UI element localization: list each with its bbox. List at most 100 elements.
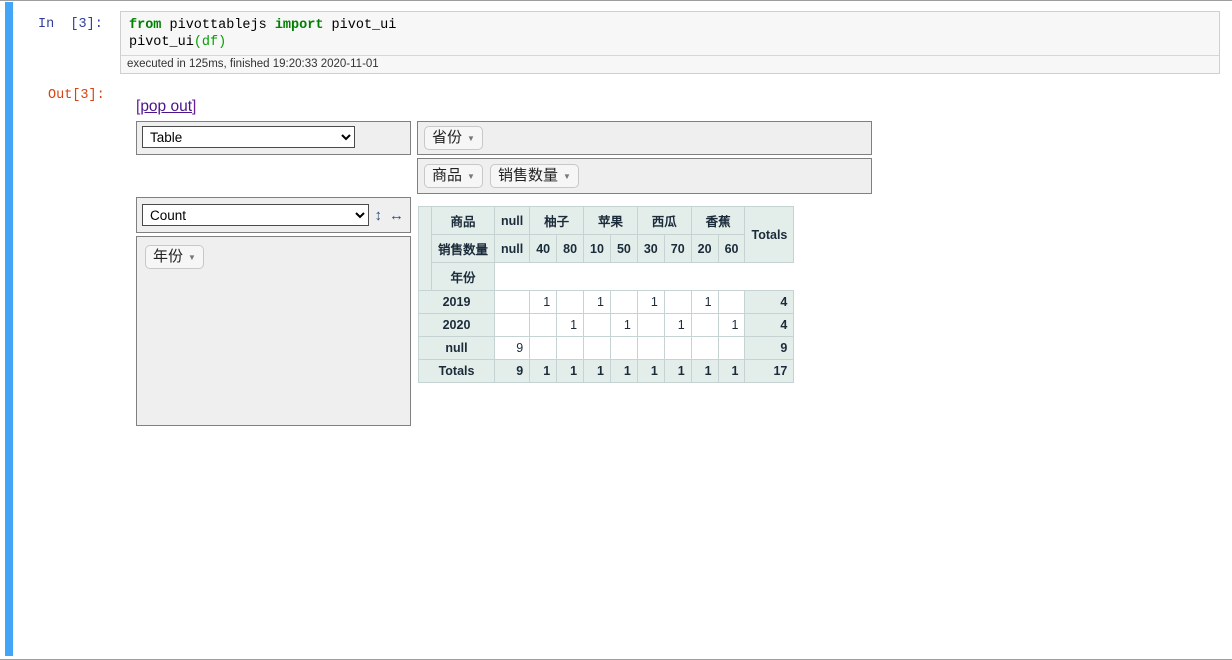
- column-total-cell: 1: [583, 359, 611, 383]
- col-subheader: 80: [556, 234, 585, 263]
- table-cell: 1: [663, 313, 692, 337]
- unused-attributes-dropzone[interactable]: 年份 ▼: [136, 236, 411, 426]
- table-cell: [636, 336, 665, 360]
- col-group-header: 西瓜: [636, 206, 692, 235]
- table-cell: 1: [529, 290, 558, 314]
- column-total-cell: 1: [717, 359, 746, 383]
- attribute-pill-label: 销售数量: [497, 166, 558, 184]
- renderer-select[interactable]: Table: [142, 126, 355, 148]
- col-subheader: 70: [663, 234, 692, 263]
- code-call-args: (df): [193, 35, 227, 50]
- table-cell: 1: [717, 313, 746, 337]
- table-cell: 1: [583, 290, 611, 314]
- code-source[interactable]: from pivottablejs import pivot_ui pivot_…: [121, 12, 1219, 55]
- row-total-cell: 4: [744, 313, 795, 337]
- pivot-left-column: Count ↕ ↔ 年份 ▼: [136, 197, 411, 426]
- table-cell: 1: [690, 290, 719, 314]
- table-cell: [609, 336, 638, 360]
- col-subheader: 20: [690, 234, 719, 263]
- table-cell: [663, 336, 692, 360]
- table-cell: [609, 290, 638, 314]
- code-keyword-from: from: [129, 18, 162, 33]
- pivot-table-container: 商品 null 柚子 苹果 西瓜 香蕉 Totals 销售数量 null 40 …: [417, 206, 795, 383]
- pivot-table-head: 商品 null 柚子 苹果 西瓜 香蕉 Totals 销售数量 null 40 …: [418, 206, 795, 291]
- column-header-row-1: 商品 null 柚子 苹果 西瓜 香蕉 Totals: [418, 206, 795, 291]
- table-cell: [529, 336, 558, 360]
- table-cell: [636, 313, 665, 337]
- sort-horizontal-icon[interactable]: ↔: [388, 208, 405, 223]
- attribute-pill-sales-quantity[interactable]: 销售数量 ▼: [489, 163, 579, 189]
- column-total-cell: 1: [609, 359, 638, 383]
- table-cell: [583, 313, 611, 337]
- pop-out-bracket-close: ]: [192, 98, 197, 115]
- col-subheader: 10: [583, 234, 611, 263]
- attribute-pill-province[interactable]: 省份 ▼: [424, 125, 483, 151]
- attribute-pill-label: 省份: [432, 128, 463, 146]
- aggregator-select[interactable]: Count: [142, 204, 369, 226]
- col-group-header: 香蕉: [690, 206, 746, 235]
- attribute-pill-year[interactable]: 年份 ▼: [145, 245, 204, 270]
- row-total-cell: 9: [744, 336, 795, 360]
- row-label: null: [417, 336, 496, 360]
- code-cell[interactable]: from pivottablejs import pivot_ui pivot_…: [120, 11, 1220, 74]
- renderer-control-box: Table: [136, 121, 411, 155]
- row-axis-label-row: 年份: [419, 262, 794, 291]
- sort-vertical-icon[interactable]: ↕: [374, 208, 384, 223]
- aggregator-control-box: Count ↕ ↔: [136, 197, 411, 233]
- table-cell: [690, 336, 719, 360]
- col-subheader: 40: [529, 234, 558, 263]
- table-cell: [663, 290, 692, 314]
- totals-row-label: Totals: [417, 359, 496, 383]
- corner-cell: [418, 206, 432, 291]
- pop-out-link[interactable]: pop out: [140, 98, 192, 115]
- code-keyword-import: import: [274, 18, 324, 33]
- column-total-cell: 1: [663, 359, 692, 383]
- grand-total-cell: 17: [744, 359, 795, 383]
- chevron-down-icon: ▼: [467, 133, 475, 143]
- table-cell: [529, 313, 558, 337]
- execution-info: executed in 125ms, finished 19:20:33 202…: [121, 55, 1219, 73]
- column-total-cell: 1: [636, 359, 665, 383]
- column-total-cell: 1: [690, 359, 719, 383]
- col-subheader: 30: [636, 234, 665, 263]
- table-row: 2019 1 1 1 1 4: [417, 290, 795, 314]
- attribute-pill-label: 年份: [153, 248, 184, 265]
- table-cell: 1: [636, 290, 665, 314]
- input-prompt: In [3]:: [38, 17, 103, 32]
- table-cell: [556, 290, 585, 314]
- table-cell: 9: [494, 336, 531, 360]
- table-cell: 1: [556, 313, 585, 337]
- chevron-down-icon: ▼: [562, 171, 571, 181]
- table-cell: [690, 313, 719, 337]
- column-total-cell: 9: [494, 359, 531, 383]
- attribute-pill-product[interactable]: 商品 ▼: [424, 163, 483, 189]
- table-cell: [583, 336, 611, 360]
- col-subheader: 60: [717, 234, 746, 263]
- table-cell: [717, 290, 746, 314]
- pivot-top-row: Table 省份 ▼ 商品 ▼ 销售数量 ▼: [136, 121, 872, 197]
- col-group-header: 柚子: [529, 206, 585, 235]
- pivot-table-body: 2019 1 1 1 1 4 2020 1 1 1 1 4 null 9 9 Totals 9 1 1 1 1 1 1 1 1 1…: [417, 290, 795, 383]
- code-import-name: pivot_ui: [323, 18, 397, 33]
- column-total-cell: 1: [529, 359, 558, 383]
- table-cell: [556, 336, 585, 360]
- attribute-pill-label: 商品: [432, 166, 463, 184]
- row-label: 2019: [417, 290, 496, 314]
- col-field-label-sales-quantity: 销售数量: [430, 234, 496, 263]
- chevron-down-icon: ▼: [467, 171, 475, 181]
- table-row: null 9 9: [417, 336, 795, 360]
- column-total-cell: 1: [556, 359, 585, 383]
- col-group-header: 苹果: [583, 206, 638, 235]
- pivot-right-column: 省份 ▼ 商品 ▼ 销售数量 ▼: [417, 121, 872, 197]
- row-label: 2020: [417, 313, 496, 337]
- col-subheader: 50: [609, 234, 638, 263]
- col-group-header: null: [494, 206, 531, 235]
- code-module: pivottablejs: [161, 18, 275, 33]
- notebook-page: In [3]: from pivottablejs import pivot_u…: [0, 0, 1232, 660]
- row-total-cell: 4: [744, 290, 795, 314]
- columns-dropzone[interactable]: 省份 ▼: [417, 121, 872, 155]
- table-cell: [717, 336, 746, 360]
- chevron-down-icon: ▼: [188, 253, 196, 263]
- rows-dropzone[interactable]: 商品 ▼ 销售数量 ▼: [417, 158, 872, 194]
- totals-column-header: Totals: [744, 206, 795, 263]
